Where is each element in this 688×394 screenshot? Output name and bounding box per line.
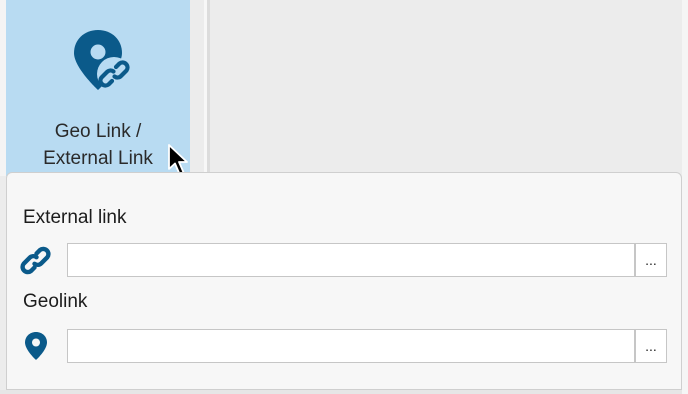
geolink-label: Geolink — [23, 291, 88, 312]
geo-link-external-link-button[interactable]: Geo Link / External Link — [6, 0, 190, 176]
ribbon-label-line-2: External Link — [43, 148, 153, 169]
map-pin-icon — [25, 332, 47, 360]
window: Geo Link / External Link External link .… — [0, 0, 688, 394]
ribbon-label-line-1: Geo Link / — [54, 121, 142, 142]
geolink-browse-button[interactable]: ... — [635, 329, 667, 363]
ribbon-divider-shadow — [207, 0, 210, 176]
external-link-label: External link — [23, 207, 127, 228]
external-link-input[interactable] — [67, 243, 635, 277]
geolink-input[interactable] — [67, 329, 635, 363]
ribbon-bar: Geo Link / External Link — [0, 0, 688, 176]
link-dropdown-panel: External link ... Geolink ... — [6, 172, 682, 390]
external-link-browse-button[interactable]: ... — [635, 243, 667, 277]
window-bottom-edge — [0, 390, 688, 394]
window-right-edge — [682, 0, 688, 394]
chain-link-icon — [20, 246, 51, 275]
ribbon-button-label: Geo Link / External Link — [6, 118, 190, 172]
map-pin-link-icon — [74, 30, 131, 91]
